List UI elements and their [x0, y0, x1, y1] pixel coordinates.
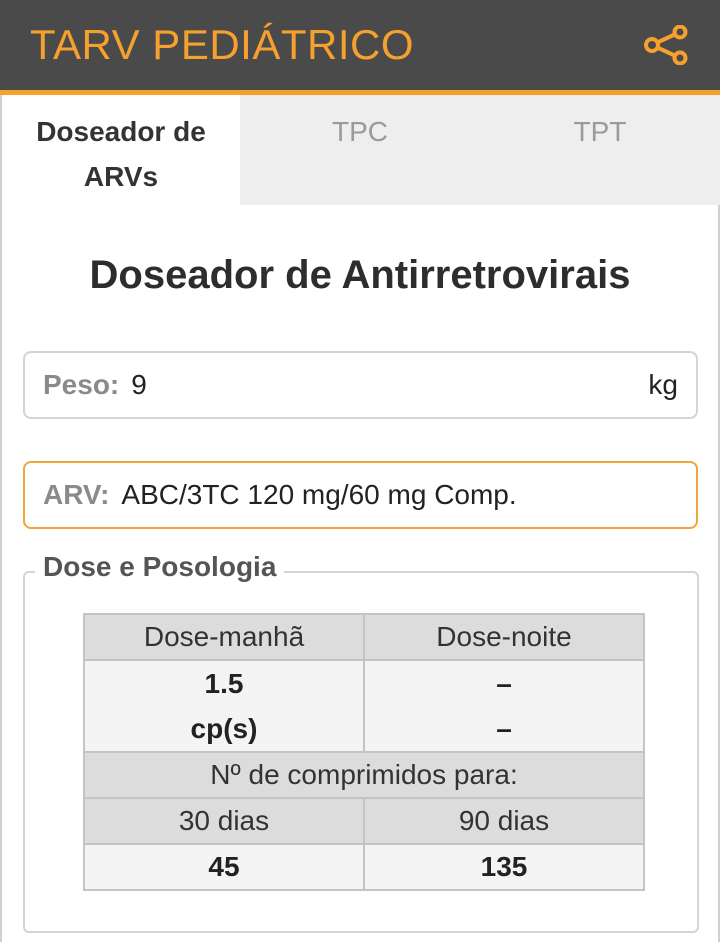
count-label: Nº de comprimidos para: — [83, 751, 645, 799]
peso-input[interactable]: 9 — [131, 369, 648, 401]
header-dose-noite: Dose-noite — [363, 613, 645, 661]
period-90-dias: 90 dias — [363, 797, 645, 845]
share-button[interactable] — [642, 21, 690, 69]
dose-posologia-section: Dose e Posologia Dose-manhã Dose-noite 1… — [23, 551, 699, 933]
count-30-dias: 45 — [83, 843, 365, 891]
dose-table: Dose-manhã Dose-noite 1.5 cp(s) – – Nº d… — [83, 613, 645, 891]
app-title: TARV PEDIÁTRICO — [30, 21, 415, 68]
app-bar: TARV PEDIÁTRICO — [0, 0, 720, 90]
tab-label-line1: Doseador de — [36, 116, 206, 147]
tab-tpt[interactable]: TPT — [480, 95, 720, 205]
tab-tpc[interactable]: TPC — [240, 95, 480, 205]
count-90-dias: 135 — [363, 843, 645, 891]
dose-noite-value: – — [496, 668, 512, 699]
tab-content: Doseador de Antirretrovirais Peso: 9 kg … — [0, 205, 720, 942]
arv-label: ARV: — [43, 479, 110, 510]
section-legend: Dose e Posologia — [35, 551, 285, 583]
dose-noite-cell: – – — [363, 659, 645, 753]
period-30-dias: 30 dias — [83, 797, 365, 845]
arv-value[interactable]: ABC/3TC 120 mg/60 mg Comp. — [121, 479, 678, 511]
tab-bar: Doseador de ARVs TPC TPT — [0, 95, 720, 205]
tab-label: TPC — [332, 116, 388, 147]
dose-manha-cell: 1.5 cp(s) — [83, 659, 365, 753]
peso-label: Peso: — [43, 369, 120, 400]
share-icon — [644, 25, 688, 65]
page-title: Doseador de Antirretrovirais — [89, 253, 631, 297]
dose-manha-unit: cp(s) — [190, 713, 258, 744]
tab-doseador-arvs[interactable]: Doseador de ARVs — [0, 95, 240, 205]
dose-noite-unit: – — [496, 713, 512, 744]
dose-manha-value: 1.5 — [204, 668, 244, 699]
arv-select[interactable]: ARV: ABC/3TC 120 mg/60 mg Comp. — [23, 461, 698, 529]
tab-label-line2: ARVs — [83, 161, 159, 192]
tab-label: TPT — [573, 116, 627, 147]
peso-unit: kg — [648, 369, 678, 400]
peso-field[interactable]: Peso: 9 kg — [23, 351, 698, 419]
header-dose-manha: Dose-manhã — [83, 613, 365, 661]
